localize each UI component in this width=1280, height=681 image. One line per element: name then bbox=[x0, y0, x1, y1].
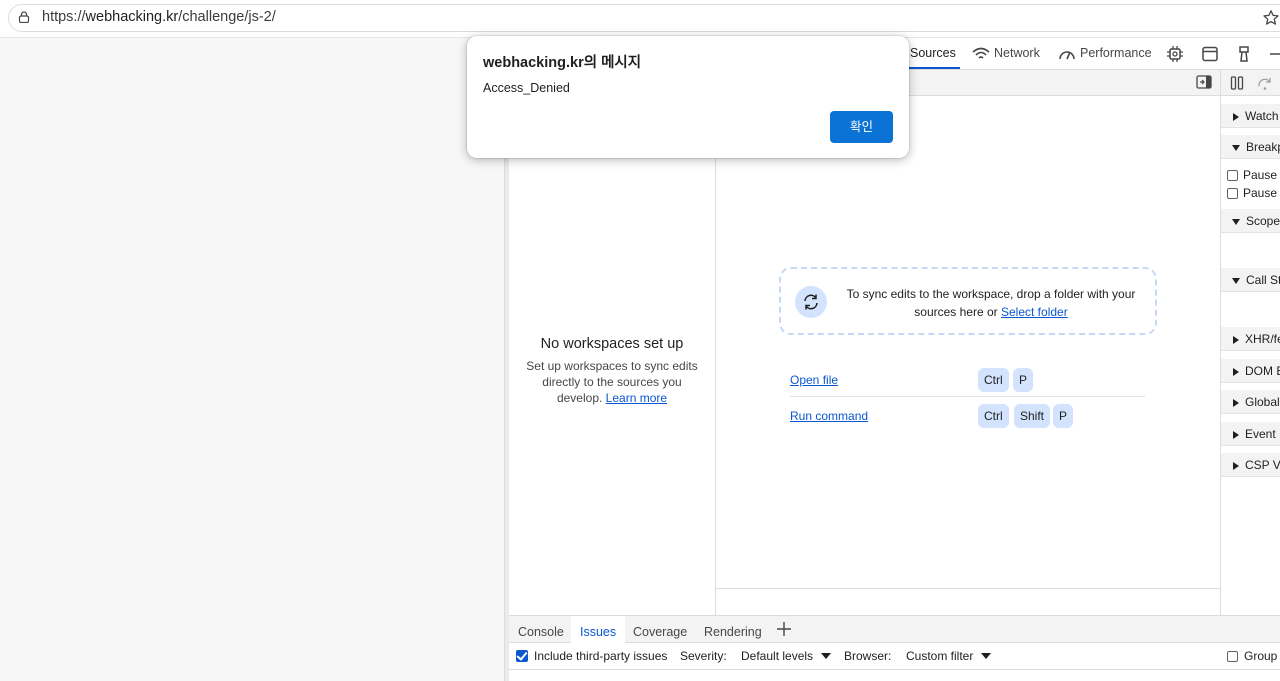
kbd-key: Ctrl bbox=[978, 368, 1009, 392]
kbd-key: Shift bbox=[1014, 404, 1051, 428]
memory-chip-icon[interactable] bbox=[1166, 45, 1184, 63]
section-watch[interactable]: Watch bbox=[1221, 104, 1280, 128]
pause-uncaught-checkbox[interactable]: Pause on uncaught exceptions bbox=[1227, 168, 1280, 182]
shortcut-open-file: Open file Ctrl P bbox=[790, 366, 1145, 396]
gauge-icon bbox=[1059, 50, 1075, 60]
section-csp-breakpoints[interactable]: CSP Violation Breakpoints bbox=[1221, 453, 1280, 477]
divider bbox=[790, 396, 1145, 397]
tab-network[interactable]: Network bbox=[972, 38, 1040, 69]
sources-navigator: No workspaces set up Set up workspaces t… bbox=[509, 96, 716, 615]
dropdown-caret-icon bbox=[821, 653, 832, 659]
pause-icon[interactable] bbox=[1229, 75, 1245, 91]
more-tabs-icon[interactable] bbox=[1267, 45, 1280, 63]
add-tab-plus-icon[interactable] bbox=[776, 621, 792, 637]
debugger-sidebar: Watch Breakpoints Pause on uncaught exce… bbox=[1220, 70, 1280, 615]
sources-editor bbox=[716, 96, 1220, 588]
bookmark-star-icon[interactable] bbox=[1262, 9, 1280, 27]
workspace-empty-state: No workspaces set up Set up workspaces t… bbox=[509, 336, 715, 406]
issues-toolbar: Include third-party issues Severity: Def… bbox=[509, 643, 1280, 670]
kbd-key: P bbox=[1013, 368, 1034, 392]
debugger-toolbar bbox=[1221, 70, 1280, 96]
pause-caught-checkbox[interactable]: Pause on caught exceptions bbox=[1227, 186, 1280, 200]
severity-label: Severity: bbox=[680, 649, 727, 663]
site-info-icon[interactable] bbox=[18, 11, 30, 23]
section-xhr-breakpoints[interactable]: XHR/fetch Breakpoints bbox=[1221, 327, 1280, 351]
section-event-listener-breakpoints[interactable]: Event Listener Breakpoints bbox=[1221, 422, 1280, 446]
url-text[interactable]: https://webhacking.kr/challenge/js-2/ bbox=[42, 9, 276, 25]
section-global-listeners[interactable]: Global Listeners bbox=[1221, 390, 1280, 414]
browser-filter-dropdown[interactable]: Custom filter bbox=[906, 649, 992, 663]
dropdown-caret-icon bbox=[981, 653, 992, 659]
lighthouse-icon[interactable] bbox=[1235, 45, 1253, 63]
empty-title: No workspaces set up bbox=[540, 336, 684, 352]
tab-performance[interactable]: Performance bbox=[1058, 38, 1152, 69]
checkbox-checked-icon bbox=[516, 650, 528, 662]
dialog-title: webhacking.kr의 메시지 bbox=[483, 55, 642, 71]
section-dom-breakpoints[interactable]: DOM Breakpoints bbox=[1221, 359, 1280, 383]
select-folder-link[interactable]: Select folder bbox=[1001, 305, 1068, 319]
dialog-message: Access_Denied bbox=[483, 81, 570, 95]
page-content bbox=[0, 38, 505, 681]
group-by-kind-checkbox[interactable]: Group by kind bbox=[1227, 649, 1280, 663]
tab-sources[interactable]: Sources bbox=[906, 38, 960, 69]
kbd-key: P bbox=[1053, 404, 1074, 428]
open-file-link[interactable]: Open file bbox=[790, 373, 838, 387]
wifi-icon bbox=[972, 47, 990, 59]
tab-issues[interactable]: Issues bbox=[571, 616, 626, 643]
address-bar: https://webhacking.kr/challenge/js-2/ bbox=[0, 0, 1280, 38]
empty-description: Set up workspaces to sync edits directly… bbox=[526, 359, 698, 405]
tab-coverage[interactable]: Coverage bbox=[624, 616, 696, 643]
kbd-key: Ctrl bbox=[978, 404, 1009, 428]
drop-zone-text: To sync edits to the workspace, drop a f… bbox=[846, 287, 1136, 319]
ok-button[interactable]: 확인 bbox=[830, 111, 893, 143]
alert-dialog: webhacking.kr의 메시지 Access_Denied 확인 bbox=[467, 36, 909, 158]
section-scope[interactable]: Scope bbox=[1221, 209, 1280, 233]
step-over-icon[interactable] bbox=[1257, 75, 1273, 91]
browser-label: Browser: bbox=[844, 649, 892, 663]
drawer-tabbar: Console Issues Coverage Rendering bbox=[509, 615, 1280, 643]
application-panel-icon[interactable] bbox=[1201, 45, 1219, 63]
section-breakpoints[interactable]: Breakpoints bbox=[1221, 135, 1280, 159]
tab-console[interactable]: Console bbox=[509, 616, 573, 643]
sync-icon bbox=[795, 286, 827, 318]
section-call-stack[interactable]: Call Stack bbox=[1221, 268, 1280, 292]
run-command-link[interactable]: Run command bbox=[790, 409, 868, 423]
tab-rendering[interactable]: Rendering bbox=[695, 616, 771, 643]
issues-list bbox=[509, 670, 1280, 681]
learn-more-link[interactable]: Learn more bbox=[606, 391, 667, 405]
editor-footer bbox=[716, 588, 1220, 615]
severity-dropdown[interactable]: Default levels bbox=[741, 649, 832, 663]
include-third-party-checkbox[interactable]: Include third-party issues bbox=[516, 649, 667, 663]
shortcut-run-command: Run command Ctrl Shift P bbox=[790, 402, 1145, 432]
toggle-debugger-sidebar-icon[interactable] bbox=[1196, 75, 1212, 89]
